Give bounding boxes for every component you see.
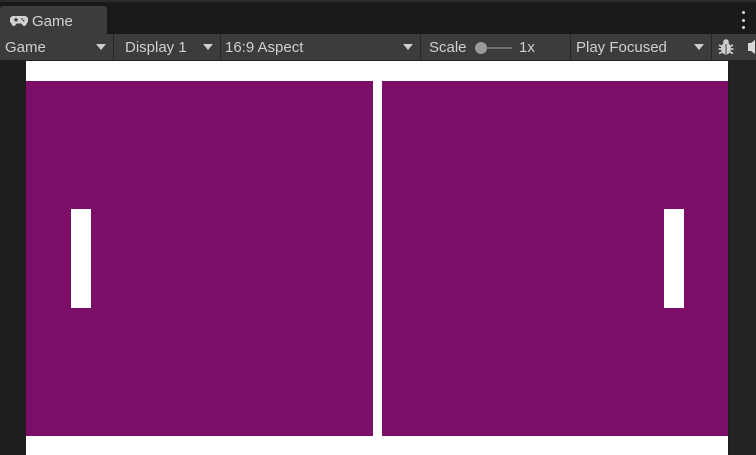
tab-game[interactable]: Game	[0, 6, 107, 36]
view-mode-dropdown[interactable]: Game	[0, 34, 113, 60]
display-dropdown[interactable]: Display 1	[120, 34, 220, 60]
chevron-down-icon	[694, 44, 704, 50]
play-mode-dropdown[interactable]: Play Focused	[571, 34, 711, 60]
scale-value: 1x	[519, 38, 535, 56]
aspect-dropdown[interactable]: 16:9 Aspect	[220, 34, 420, 60]
chevron-down-icon	[403, 44, 413, 50]
divider	[420, 34, 421, 60]
display-label: Display 1	[125, 38, 187, 56]
bug-icon[interactable]	[713, 34, 739, 60]
aspect-label: 16:9 Aspect	[225, 38, 304, 56]
gamepad-icon	[10, 14, 28, 28]
divider	[711, 34, 712, 60]
game-toolbar: Game Display 1 16:9 Aspect Scale 1x Play…	[0, 34, 756, 61]
audio-icon[interactable]	[742, 34, 756, 60]
scale-label: Scale	[429, 38, 467, 56]
chevron-down-icon	[96, 44, 106, 50]
scale-slider-handle[interactable]	[475, 42, 487, 54]
chevron-down-icon	[203, 44, 213, 50]
view-mode-label: Game	[5, 38, 46, 56]
divider	[113, 34, 114, 60]
left-paddle	[71, 209, 91, 308]
tab-bar: Game	[0, 2, 756, 36]
right-paddle	[664, 209, 684, 308]
game-viewport[interactable]	[26, 61, 728, 455]
more-options-icon[interactable]	[740, 11, 746, 29]
tab-label: Game	[32, 12, 73, 30]
play-mode-label: Play Focused	[576, 38, 667, 56]
right-gutter	[729, 61, 756, 455]
